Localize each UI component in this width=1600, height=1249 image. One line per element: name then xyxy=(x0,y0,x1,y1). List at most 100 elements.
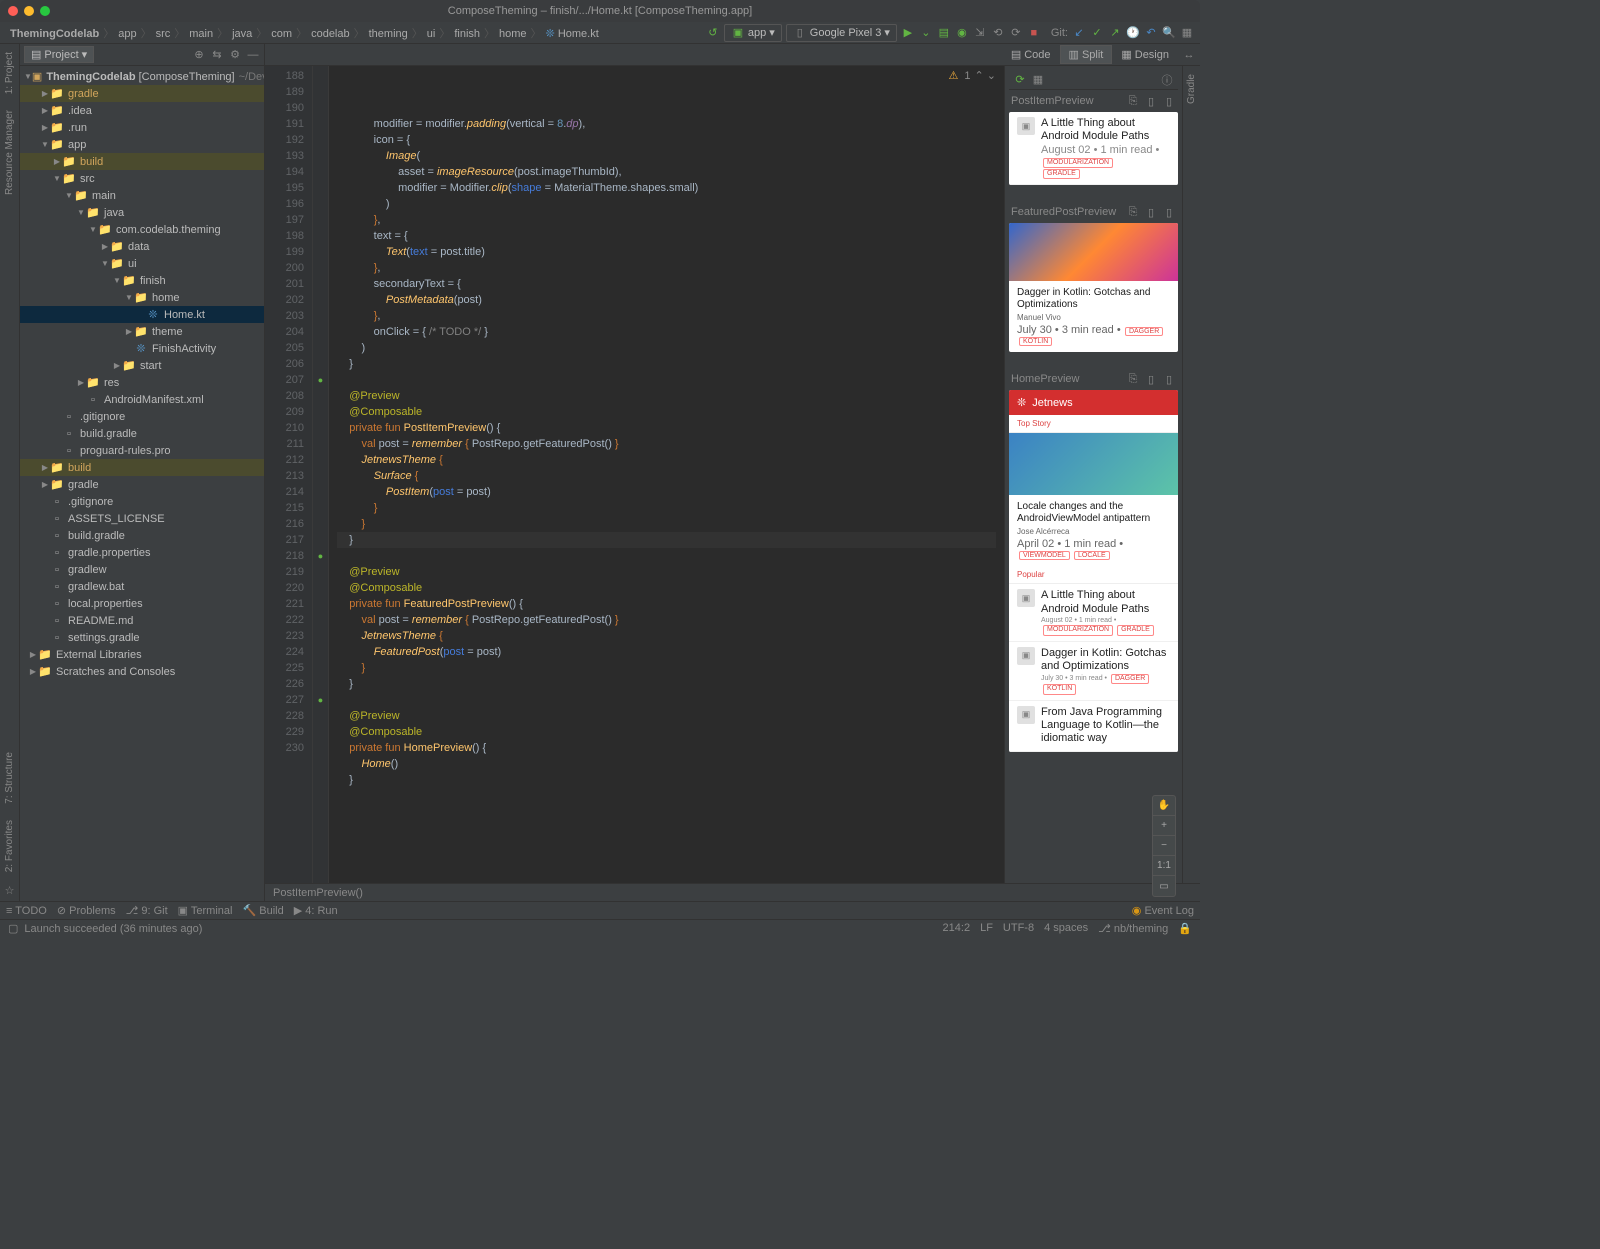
editor-options-icon[interactable]: ↔ xyxy=(1182,48,1196,62)
tree-item[interactable]: ▶📁build xyxy=(20,153,264,170)
tree-item[interactable]: ▫build.gradle xyxy=(20,527,264,544)
tool-windows-icon[interactable]: ▢ xyxy=(8,922,18,935)
run-tool-button[interactable]: ▶ 4: Run xyxy=(294,904,338,917)
tree-item[interactable]: ▶📁External Libraries xyxy=(20,646,264,663)
code-editor[interactable]: 1881891901911921931941951961971981992002… xyxy=(265,66,1004,883)
tree-item[interactable]: ▶📁.idea xyxy=(20,102,264,119)
git-branch[interactable]: ⎇ nb/theming xyxy=(1098,922,1168,935)
coverage-icon[interactable]: ▤ xyxy=(937,26,951,40)
problems-tool-button[interactable]: ⊘ Problems xyxy=(57,904,116,917)
design-view-tab[interactable]: ▦ Design xyxy=(1112,45,1178,64)
select-opened-file-icon[interactable]: ⊕ xyxy=(192,48,206,62)
breadcrumb-item[interactable]: finish xyxy=(450,28,484,40)
tree-item[interactable]: ▼📁home xyxy=(20,289,264,306)
project-tool-button[interactable]: 1: Project xyxy=(4,48,15,98)
preview-settings-icon[interactable]: ▦ xyxy=(1031,73,1045,87)
zoom-ratio[interactable]: 1:1 xyxy=(1153,856,1175,876)
attach-debugger-icon[interactable]: ⇲ xyxy=(973,26,987,40)
event-log-button[interactable]: ◉ Event Log xyxy=(1132,904,1194,917)
breadcrumb-item[interactable]: theming xyxy=(365,28,412,40)
lock-icon[interactable]: 🔒 xyxy=(1178,922,1192,935)
apply-changes-icon[interactable]: ⟲ xyxy=(991,26,1005,40)
tree-item[interactable]: ▫local.properties xyxy=(20,595,264,612)
tree-item[interactable]: ❊Home.kt xyxy=(20,306,264,323)
copy-preview-icon[interactable]: ⎘ xyxy=(1126,94,1140,108)
tree-item[interactable]: ▶📁Scratches and Consoles xyxy=(20,663,264,680)
preview-card[interactable]: ❊Jetnews Top Story Locale changes and th… xyxy=(1009,390,1178,752)
maximize-window[interactable] xyxy=(40,6,50,16)
split-view-tab[interactable]: ▥ Split xyxy=(1060,45,1113,64)
preview-card[interactable]: ▣ A Little Thing about Android Module Pa… xyxy=(1009,112,1178,185)
tree-item[interactable]: ▫proguard-rules.pro xyxy=(20,442,264,459)
fit-zoom-icon[interactable]: ▭ xyxy=(1153,876,1175,896)
device-selector[interactable]: ▯Google Pixel 3 ▾ xyxy=(786,24,897,42)
tree-item[interactable]: ▶📁res xyxy=(20,374,264,391)
tree-item[interactable]: ▫gradlew xyxy=(20,561,264,578)
tree-item-root[interactable]: ▼▣ThemingCodelab [ComposeTheming] ~/Deve… xyxy=(20,68,264,85)
tree-item[interactable]: ▶📁.run xyxy=(20,119,264,136)
zoom-in-icon[interactable]: + xyxy=(1153,816,1175,836)
stop-icon[interactable]: ■ xyxy=(1027,26,1041,40)
pan-mode-icon[interactable]: ✋ xyxy=(1153,796,1175,816)
tree-item[interactable]: ▶📁gradle xyxy=(20,85,264,102)
gradle-tool-button[interactable]: Gradle xyxy=(1186,70,1197,108)
run-config-selector[interactable]: ▣app ▾ xyxy=(724,24,782,42)
tree-item[interactable]: ▫.gitignore xyxy=(20,408,264,425)
list-item[interactable]: ▣Dagger in Kotlin: Gotchas and Optimizat… xyxy=(1009,642,1178,701)
vcs-revert-icon[interactable]: ↶ xyxy=(1144,26,1158,40)
tree-item[interactable]: ▶📁gradle xyxy=(20,476,264,493)
tree-item[interactable]: ▫gradle.properties xyxy=(20,544,264,561)
vcs-update-icon[interactable]: ↙ xyxy=(1072,26,1086,40)
tree-item[interactable]: ▼📁ui xyxy=(20,255,264,272)
run-icon[interactable]: ▶ xyxy=(901,26,915,40)
breadcrumb-item[interactable]: java xyxy=(228,28,256,40)
minimize-window[interactable] xyxy=(24,6,34,16)
tree-item[interactable]: ▼📁src xyxy=(20,170,264,187)
zoom-out-icon[interactable]: − xyxy=(1153,836,1175,856)
breadcrumb-item[interactable]: main xyxy=(185,28,217,40)
copy-preview-icon[interactable]: ⎘ xyxy=(1126,372,1140,386)
project-tree[interactable]: ▼▣ThemingCodelab [ComposeTheming] ~/Deve… xyxy=(20,66,264,901)
indent-setting[interactable]: 4 spaces xyxy=(1044,922,1088,935)
copy-preview-icon[interactable]: ⎘ xyxy=(1126,205,1140,219)
settings-icon[interactable]: ⚙ xyxy=(228,48,242,62)
tree-item[interactable]: ▼📁main xyxy=(20,187,264,204)
expand-all-icon[interactable]: ⇆ xyxy=(210,48,224,62)
tree-item[interactable]: ▫README.md xyxy=(20,612,264,629)
profile-icon[interactable]: ◉ xyxy=(955,26,969,40)
cursor-position[interactable]: 214:2 xyxy=(943,922,971,935)
breadcrumb-item[interactable]: src xyxy=(152,28,175,40)
git-tool-button[interactable]: ⎇ 9: Git xyxy=(126,904,168,917)
breadcrumb-item[interactable]: ThemingCodelab xyxy=(6,28,103,40)
tree-item[interactable]: ▼📁com.codelab.theming xyxy=(20,221,264,238)
tree-item[interactable]: ▫ASSETS_LICENSE xyxy=(20,510,264,527)
tree-item[interactable]: ▫settings.gradle xyxy=(20,629,264,646)
todo-tool-button[interactable]: ≡ TODO xyxy=(6,905,47,917)
breadcrumb-item[interactable]: codelab xyxy=(307,28,354,40)
restart-icon[interactable]: ⟳ xyxy=(1009,26,1023,40)
tree-item[interactable]: ▶📁data xyxy=(20,238,264,255)
structure-tool-button[interactable]: 7: Structure xyxy=(4,748,15,808)
deploy-preview-icon[interactable]: ▯ xyxy=(1144,94,1158,108)
terminal-tool-button[interactable]: ▣ Terminal xyxy=(178,904,233,917)
phone-preview-icon[interactable]: ▯ xyxy=(1162,205,1176,219)
tree-item[interactable]: ▶📁start xyxy=(20,357,264,374)
breadcrumb-item[interactable]: com xyxy=(267,28,296,40)
file-encoding[interactable]: UTF-8 xyxy=(1003,922,1034,935)
tree-item[interactable]: ▫build.gradle xyxy=(20,425,264,442)
vcs-commit-icon[interactable]: ✓ xyxy=(1090,26,1104,40)
hide-panel-icon[interactable]: — xyxy=(246,48,260,62)
deploy-preview-icon[interactable]: ▯ xyxy=(1144,372,1158,386)
list-item[interactable]: ▣From Java Programming Language to Kotli… xyxy=(1009,701,1178,753)
make-project-icon[interactable]: ↺ xyxy=(706,26,720,40)
favorites-tool-button[interactable]: 2: Favorites xyxy=(4,816,15,876)
breadcrumb-item[interactable]: ui xyxy=(423,28,440,40)
tree-item[interactable]: ▶📁build xyxy=(20,459,264,476)
tree-item[interactable]: ▼📁app xyxy=(20,136,264,153)
debug-icon[interactable]: ⌄ xyxy=(919,26,933,40)
editor-inspections[interactable]: ⚠ 1 ⌃ ⌄ xyxy=(946,68,996,84)
build-tool-button[interactable]: 🔨 Build xyxy=(242,904,283,917)
tree-item[interactable]: ▫gradlew.bat xyxy=(20,578,264,595)
breadcrumb-item[interactable]: ❊ Home.kt xyxy=(542,28,603,40)
tree-item[interactable]: ▫AndroidManifest.xml xyxy=(20,391,264,408)
